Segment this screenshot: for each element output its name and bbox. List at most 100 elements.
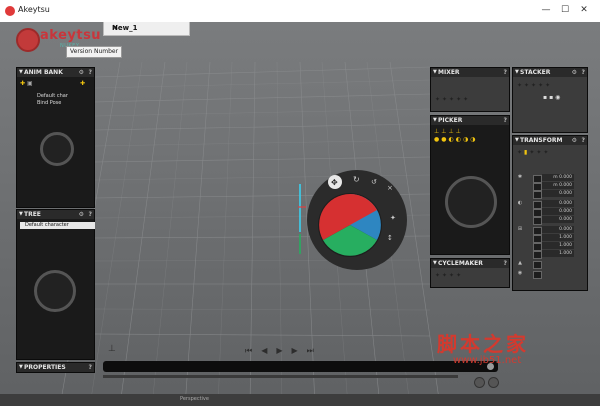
anim-bank-panel: ▼ ANIM BANK ⚙ ? ✚▣ ✚ Default char Bind P… bbox=[16, 67, 95, 208]
play-icon[interactable]: ▶ bbox=[276, 346, 291, 355]
list-item-default-char[interactable]: Default char bbox=[37, 93, 68, 100]
help-icon[interactable]: ? bbox=[582, 136, 585, 145]
transform-row: 1.000 bbox=[513, 242, 587, 251]
window-titlebar: Akeytsu — ☐ ✕ bbox=[0, 0, 600, 23]
anim-bank-header[interactable]: ▼ ANIM BANK ⚙ ? bbox=[17, 68, 94, 77]
stacker-panel: ▼ STACKER ⚙ ? ✦✦✦✦✦ ▪▪◉ bbox=[512, 67, 588, 133]
transport-controls: ⏮◀▶▶⏭ bbox=[245, 346, 323, 356]
value-field[interactable]: 0.000 bbox=[542, 226, 574, 233]
anim-bank-toolbar: ✚▣ bbox=[20, 80, 35, 87]
lock-checkbox[interactable] bbox=[533, 261, 542, 269]
collapse-triangle-icon[interactable]: ▼ bbox=[515, 136, 519, 145]
help-icon[interactable]: ? bbox=[504, 259, 507, 268]
viewport-mode-label: Perspective bbox=[180, 396, 209, 402]
mixer-title: MIXER bbox=[438, 69, 460, 76]
stacker-header[interactable]: ▼ STACKER ⚙ ? bbox=[513, 68, 587, 77]
value-field[interactable]: 1.000 bbox=[542, 242, 574, 249]
svg-text:✥: ✥ bbox=[331, 178, 338, 187]
collapse-triangle-icon[interactable]: ▼ bbox=[19, 68, 23, 77]
gear-icon[interactable]: ⚙ bbox=[572, 68, 577, 77]
character-picker-icon[interactable] bbox=[445, 176, 497, 228]
help-icon[interactable]: ? bbox=[504, 68, 507, 77]
tree-title: TREE bbox=[24, 211, 41, 218]
lock-checkbox[interactable] bbox=[533, 251, 542, 259]
svg-text:✦: ✦ bbox=[390, 214, 396, 222]
curve-editor-icon[interactable]: ⊥ bbox=[108, 344, 116, 354]
gear-icon[interactable]: ⚙ bbox=[79, 68, 84, 77]
anim-bank-add: ✚ bbox=[80, 80, 87, 87]
logo-text: akeytsu bbox=[40, 28, 102, 43]
step-back-icon[interactable]: ◀ bbox=[261, 346, 276, 355]
tab-close-icon[interactable]: ✕ bbox=[112, 23, 184, 32]
mixer-header[interactable]: ▼ MIXER ? bbox=[431, 68, 509, 77]
picker-header[interactable]: ▼ PICKER ? bbox=[431, 116, 509, 125]
picker-toolbar-row-1[interactable]: ⊥⊥⊥⊥ bbox=[434, 128, 463, 135]
transform-title: TRANSFORM bbox=[520, 137, 563, 144]
picker-toolbar-row-2[interactable]: ●●◐◐◑◑ bbox=[434, 136, 477, 143]
value-field[interactable]: m 0.000 bbox=[542, 174, 574, 181]
collapse-triangle-icon[interactable]: ▼ bbox=[515, 68, 519, 77]
svg-text:↻: ↻ bbox=[353, 175, 360, 184]
collapse-triangle-icon[interactable]: ▼ bbox=[433, 68, 437, 77]
tab-new-1[interactable]: New_1 ✕ bbox=[103, 22, 190, 36]
step-forward-icon[interactable]: ▶ bbox=[292, 346, 307, 355]
timeline-bar[interactable] bbox=[103, 361, 498, 372]
value-field[interactable]: m 0.000 bbox=[542, 182, 574, 189]
transform-header[interactable]: ▼ TRANSFORM ⚙ ? bbox=[513, 136, 587, 145]
value-field[interactable]: 1.000 bbox=[542, 234, 574, 241]
collapse-triangle-icon[interactable]: ▼ bbox=[19, 363, 23, 372]
help-icon[interactable]: ? bbox=[504, 116, 507, 125]
anim-bank-title: ANIM BANK bbox=[24, 69, 63, 76]
lock-checkbox[interactable] bbox=[533, 217, 542, 225]
value-field[interactable]: 0.000 bbox=[542, 216, 574, 223]
transform-toolbar[interactable]: ✦▮✦✦✦ bbox=[517, 149, 550, 156]
collapse-triangle-icon[interactable]: ▼ bbox=[19, 210, 23, 219]
stacker-layer-row[interactable]: ▪▪◉ bbox=[543, 94, 562, 101]
gear-icon[interactable]: ⚙ bbox=[79, 210, 84, 219]
close-button[interactable]: ✕ bbox=[575, 4, 593, 17]
tree-header[interactable]: ▼ TREE ⚙ ? bbox=[17, 210, 94, 219]
plus-icon[interactable]: ✚ bbox=[20, 80, 27, 87]
value-field[interactable]: 0.000 bbox=[542, 190, 574, 197]
lock-checkbox[interactable] bbox=[533, 271, 542, 279]
forward-icon[interactable]: ⏭ bbox=[307, 346, 323, 355]
transform-row: ◉ bbox=[513, 270, 587, 279]
cyclemaker-title: CYCLEMAKER bbox=[438, 260, 483, 267]
collapse-triangle-icon[interactable]: ▼ bbox=[433, 259, 437, 268]
stacker-title: STACKER bbox=[520, 69, 551, 76]
zoom-out-icon[interactable] bbox=[488, 377, 499, 388]
timeline-scrollbar[interactable] bbox=[103, 375, 458, 378]
transform-row: ◐ 0.000 bbox=[513, 200, 587, 209]
rewind-icon[interactable]: ⏮ bbox=[245, 346, 261, 355]
cyclemaker-icons[interactable]: ✦✦✦✦ bbox=[435, 272, 463, 279]
help-icon[interactable]: ? bbox=[89, 210, 92, 219]
maximize-button[interactable]: ☐ bbox=[556, 4, 574, 17]
cyclemaker-header[interactable]: ▼ CYCLEMAKER ? bbox=[431, 259, 509, 268]
stacker-icons[interactable]: ✦✦✦✦✦ bbox=[517, 82, 552, 89]
minimize-button[interactable]: — bbox=[537, 4, 555, 17]
lock-checkbox[interactable] bbox=[533, 191, 542, 199]
collapse-triangle-icon[interactable]: ▼ bbox=[433, 116, 437, 125]
tree-item-default-character[interactable]: Default character bbox=[20, 222, 95, 229]
zoom-in-icon[interactable] bbox=[474, 377, 485, 388]
properties-title: PROPERTIES bbox=[24, 364, 66, 371]
help-icon[interactable]: ? bbox=[89, 68, 92, 77]
svg-text:↕: ↕ bbox=[387, 234, 393, 242]
watermark-url: www.jb51.net bbox=[453, 355, 522, 366]
plus-icon[interactable]: ✚ bbox=[80, 80, 87, 87]
help-icon[interactable]: ? bbox=[89, 363, 92, 372]
brain-icon bbox=[34, 270, 76, 312]
properties-header[interactable]: ▼ PROPERTIES ? bbox=[17, 363, 94, 372]
mixer-icons[interactable]: ✦✦✦✦✦ bbox=[435, 96, 470, 103]
lock-icon[interactable]: ▣ bbox=[27, 80, 35, 87]
value-field[interactable]: 0.000 bbox=[542, 208, 574, 215]
gear-icon[interactable]: ⚙ bbox=[572, 136, 577, 145]
transform-row: ✱ m 0.000 bbox=[513, 174, 587, 183]
radial-rotation-widget[interactable]: ✥ ↻ ↺ × ✦ ↕ bbox=[305, 168, 409, 272]
value-field[interactable]: 1.000 bbox=[542, 250, 574, 257]
list-item-bind-pose[interactable]: Bind Pose bbox=[37, 100, 61, 107]
picker-panel: ▼ PICKER ? ⊥⊥⊥⊥ ●●◐◐◑◑ bbox=[430, 115, 510, 255]
value-field[interactable]: 0.000 bbox=[542, 200, 574, 207]
app-logo-icon bbox=[5, 6, 15, 16]
help-icon[interactable]: ? bbox=[582, 68, 585, 77]
